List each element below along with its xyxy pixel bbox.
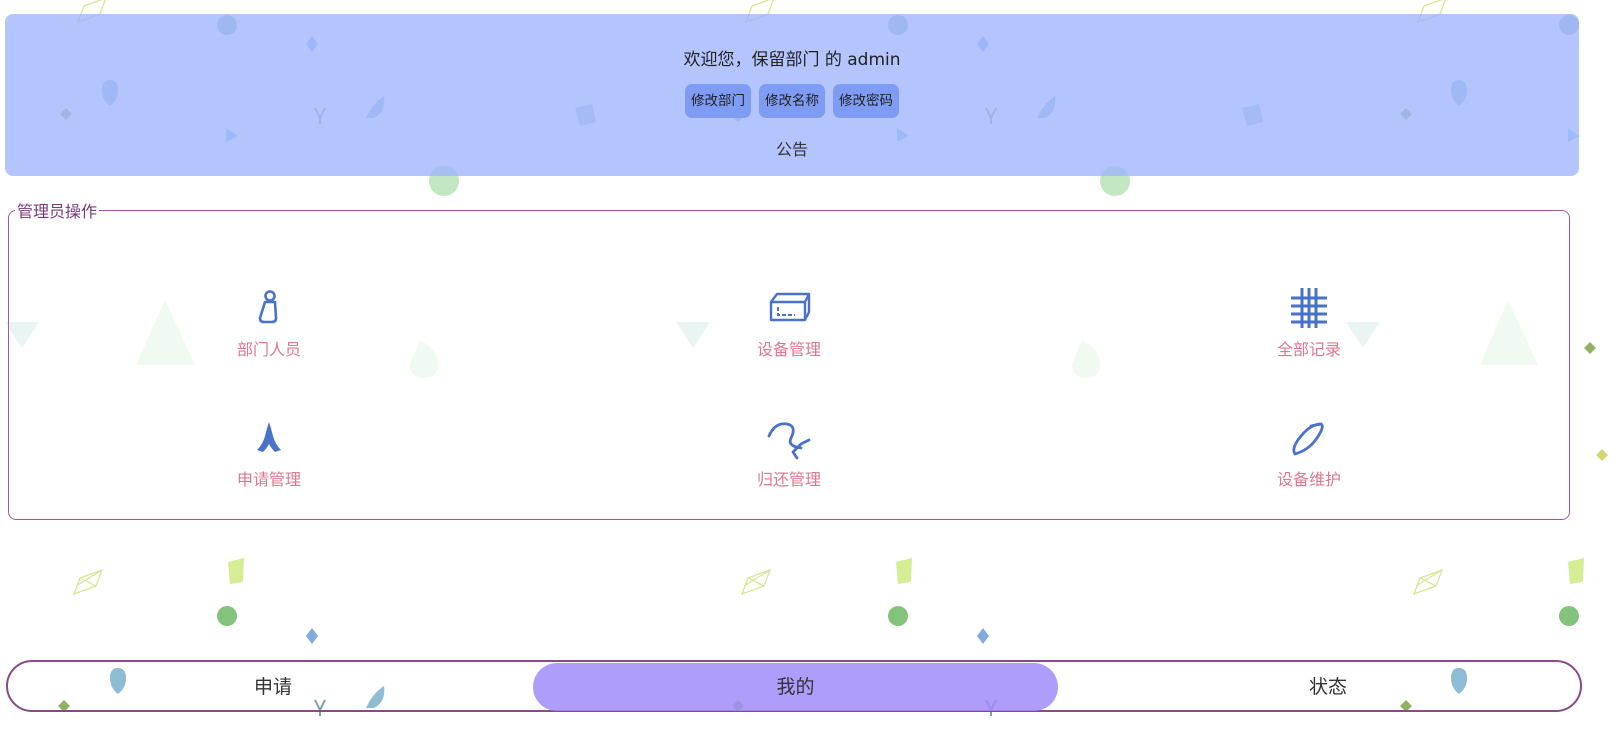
edit-name-button[interactable]: 修改名称 bbox=[759, 84, 825, 118]
bottom-tab-bar: 申请 我的 状态 bbox=[6, 660, 1582, 712]
pray-hands-icon bbox=[257, 422, 281, 452]
menu-item-application-management[interactable]: 申请管理 bbox=[9, 414, 529, 490]
admin-operations-panel: 管理员操作 部门人员 设备管理 全部记录 申请管理 归还管理 设备维护 bbox=[8, 198, 1570, 520]
edit-password-button[interactable]: 修改密码 bbox=[833, 84, 899, 118]
admin-operations-grid: 部门人员 设备管理 全部记录 申请管理 归还管理 设备维护 bbox=[9, 284, 1569, 490]
welcome-text: 欢迎您，保留部门 的 admin bbox=[683, 50, 901, 70]
panel-legend: 管理员操作 bbox=[17, 202, 98, 221]
grid-icon bbox=[1291, 288, 1327, 328]
menu-item-label: 归还管理 bbox=[756, 470, 821, 489]
account-actions: 修改部门 修改名称 修改密码 bbox=[5, 84, 1579, 118]
notice-link[interactable]: 公告 bbox=[5, 136, 1579, 160]
menu-item-label: 设备维护 bbox=[1276, 470, 1341, 489]
menu-item-equipment-management[interactable]: 设备管理 bbox=[529, 284, 1049, 360]
tab-apply[interactable]: 申请 bbox=[18, 663, 528, 711]
menu-item-label: 部门人员 bbox=[236, 340, 301, 359]
box-icon bbox=[769, 292, 811, 322]
user-header: 欢迎您，保留部门 的 admin 修改部门 修改名称 修改密码 公告 bbox=[5, 14, 1579, 176]
menu-item-label: 全部记录 bbox=[1276, 340, 1341, 359]
menu-item-equipment-maintenance[interactable]: 设备维护 bbox=[1049, 414, 1569, 490]
tab-mine[interactable]: 我的 bbox=[533, 663, 1058, 711]
menu-item-department-staff[interactable]: 部门人员 bbox=[9, 284, 529, 360]
menu-item-return-management[interactable]: 归还管理 bbox=[529, 414, 1049, 490]
maintenance-icon bbox=[1292, 422, 1324, 456]
menu-item-all-records[interactable]: 全部记录 bbox=[1049, 284, 1569, 360]
menu-item-label: 设备管理 bbox=[756, 340, 821, 359]
tab-status[interactable]: 状态 bbox=[1063, 663, 1593, 711]
menu-item-label: 申请管理 bbox=[236, 470, 301, 489]
return-icon bbox=[767, 422, 811, 460]
edit-department-button[interactable]: 修改部门 bbox=[685, 84, 751, 118]
person-icon bbox=[258, 290, 278, 324]
